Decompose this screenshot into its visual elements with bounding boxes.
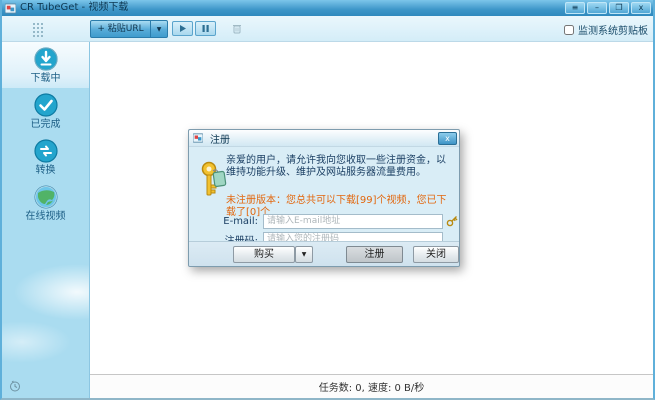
pause-download-button[interactable] xyxy=(195,21,216,36)
registration-dialog: 注册 x 亲爱的用户，请允许我向您收取一些注册资金，以维持功能升级、维护及网站服… xyxy=(188,129,460,267)
close-button[interactable]: x xyxy=(631,2,651,14)
clipboard-monitor-label[interactable]: 监测系统剪贴板 xyxy=(578,22,648,37)
sidebar-item-convert[interactable]: 转换 xyxy=(2,134,89,180)
sidebar: 下载中 已完成 转换 在线视频 xyxy=(2,42,90,398)
sidebar-item-online-video[interactable]: 在线视频 xyxy=(2,180,89,226)
dialog-message: 亲爱的用户，请允许我向您收取一些注册资金，以维持功能升级、维护及网站服务器流量费… xyxy=(226,155,454,179)
convert-icon xyxy=(34,139,58,163)
sidebar-item-completed[interactable]: 已完成 xyxy=(2,88,89,134)
app-logo-icon xyxy=(5,3,16,14)
dialog-titlebar: 注册 x xyxy=(189,130,459,147)
registration-key-icon xyxy=(199,161,227,199)
sidebar-item-label: 在线视频 xyxy=(26,212,66,222)
email-label: E-mail: xyxy=(189,216,263,227)
clipboard-monitor-toggle: 监测系统剪贴板 xyxy=(564,22,648,37)
dialog-body: 亲爱的用户，请允许我向您收取一些注册资金，以维持功能升级、维护及网站服务器流量费… xyxy=(189,147,459,241)
register-button[interactable]: 注册 xyxy=(346,246,403,263)
sidebar-item-label: 下载中 xyxy=(31,74,61,84)
status-bar: 任务数: 0, 速度: 0 B/秒 xyxy=(90,374,653,398)
drag-grip-icon[interactable] xyxy=(32,22,44,37)
check-icon xyxy=(34,93,58,117)
window-title: CR TubeGet - 视频下载 xyxy=(20,0,128,16)
fetch-code-button[interactable] xyxy=(445,214,459,228)
close-dialog-button[interactable]: 关闭 xyxy=(413,246,459,263)
email-row: E-mail: xyxy=(189,213,459,229)
globe-icon xyxy=(34,185,58,209)
delete-task-button[interactable] xyxy=(226,21,247,36)
dialog-footer: 购买 ▼ 注册 关闭 xyxy=(189,241,459,266)
dialog-close-button[interactable]: x xyxy=(438,132,457,145)
dialog-app-icon xyxy=(193,133,203,143)
menu-button[interactable]: ≡ xyxy=(565,2,585,14)
trash-icon xyxy=(232,23,242,34)
app-window: CR TubeGet - 视频下载 ≡ – ❐ x + 粘贴URL ▼ 监测系统… xyxy=(0,0,655,400)
start-download-button[interactable] xyxy=(172,21,193,36)
paste-url-button[interactable]: + 粘贴URL xyxy=(90,20,151,38)
minimize-button[interactable]: – xyxy=(587,2,607,14)
titlebar: CR TubeGet - 视频下载 ≡ – ❐ x xyxy=(2,0,653,16)
sidebar-item-downloading[interactable]: 下载中 xyxy=(2,42,89,88)
download-icon xyxy=(34,47,58,71)
sidebar-item-label: 转换 xyxy=(36,166,56,176)
dialog-title: 注册 xyxy=(210,131,230,146)
pause-icon xyxy=(201,24,210,33)
buy-dropdown-button[interactable]: ▼ xyxy=(295,246,313,263)
maximize-button[interactable]: ❐ xyxy=(609,2,629,14)
clipboard-monitor-checkbox[interactable] xyxy=(564,25,574,35)
email-input[interactable] xyxy=(263,214,443,229)
play-icon xyxy=(178,24,187,33)
status-text: 任务数: 0, 速度: 0 B/秒 xyxy=(319,379,425,394)
toolbar: + 粘贴URL ▼ 监测系统剪贴板 xyxy=(2,16,653,42)
window-controls: ≡ – ❐ x xyxy=(565,2,651,14)
buy-button[interactable]: 购买 xyxy=(233,246,295,263)
small-key-icon xyxy=(446,215,458,227)
sidebar-item-label: 已完成 xyxy=(31,120,61,130)
paste-url-dropdown[interactable]: ▼ xyxy=(151,20,168,38)
scheduler-clock-icon[interactable] xyxy=(9,380,21,392)
